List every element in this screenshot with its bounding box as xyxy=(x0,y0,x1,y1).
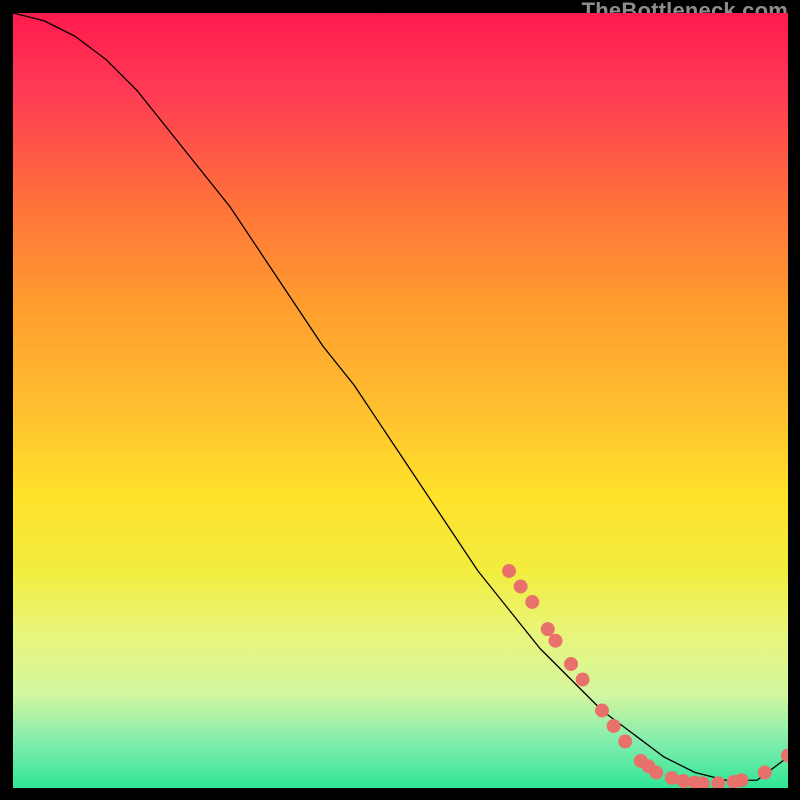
chart-plot-area xyxy=(13,13,788,788)
dot-series xyxy=(502,564,788,788)
dot xyxy=(514,580,528,594)
dot xyxy=(607,719,621,733)
dot xyxy=(758,766,772,780)
dot xyxy=(541,622,555,636)
chart-svg xyxy=(13,13,788,788)
dot xyxy=(649,766,663,780)
dot xyxy=(781,748,788,762)
dot xyxy=(735,773,749,787)
dot xyxy=(525,595,539,609)
dot xyxy=(549,634,563,648)
dot xyxy=(564,657,578,671)
dot xyxy=(711,776,725,788)
dot xyxy=(502,564,516,578)
dot xyxy=(595,704,609,718)
chart-stage: TheBottleneck.com xyxy=(0,0,800,800)
dot xyxy=(576,673,590,687)
dot xyxy=(618,735,632,749)
curve-line xyxy=(13,13,788,780)
